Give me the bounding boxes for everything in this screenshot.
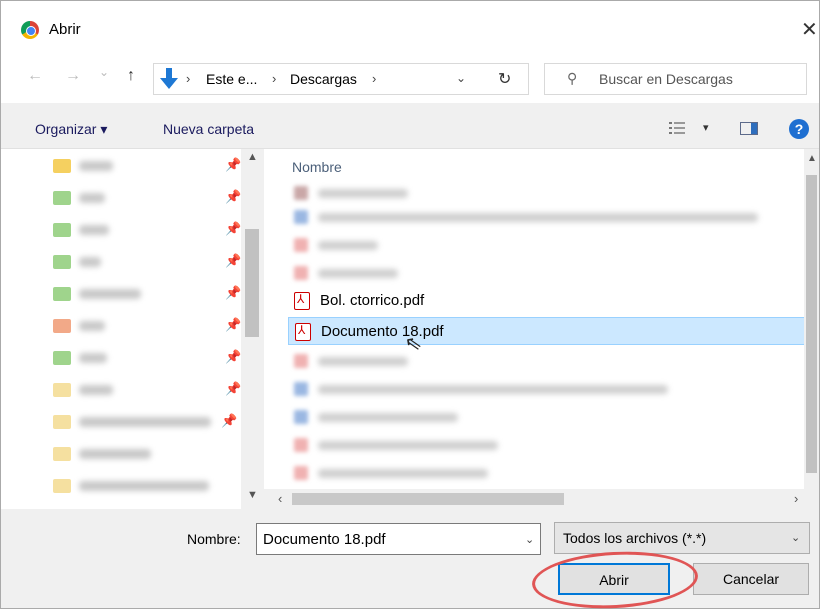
scroll-down-icon[interactable]: ▼ — [247, 489, 258, 501]
pin-icon: 📌 — [225, 157, 242, 172]
command-toolbar: Organizar ▾ Nueva carpeta ▾ ? — [1, 105, 819, 149]
pin-icon: 📌 — [221, 413, 238, 428]
download-arrow-icon — [160, 68, 178, 89]
scroll-left-icon[interactable]: ‹ — [278, 491, 282, 506]
chrome-icon — [21, 21, 39, 39]
preview-pane-icon[interactable] — [740, 122, 758, 135]
folder-icon — [53, 351, 71, 365]
nav-item[interactable]: 📌 — [51, 377, 251, 405]
file-list: Nombre Bol. ctorrico.pdf Documento 18.pd… — [264, 149, 819, 509]
file-type-select[interactable]: Todos los archivos (*.*) ⌄ — [554, 522, 810, 554]
pin-icon: 📌 — [225, 253, 242, 268]
list-item[interactable] — [288, 403, 808, 431]
folder-icon — [53, 383, 71, 397]
list-item[interactable] — [288, 375, 808, 403]
folder-icon — [53, 415, 71, 429]
file-name-label: Nombre: — [187, 531, 241, 547]
cancel-button[interactable]: Cancelar — [693, 563, 809, 595]
breadcrumb-separator: › — [186, 71, 191, 86]
folder-icon — [53, 319, 71, 333]
folder-icon — [53, 479, 71, 493]
pin-icon: 📌 — [225, 381, 242, 396]
search-icon: ⚲ — [567, 70, 578, 86]
view-options-icon[interactable] — [669, 121, 685, 135]
nav-item[interactable]: 📌 — [51, 281, 251, 309]
search-input[interactable]: ⚲ Buscar en Descargas — [544, 63, 807, 95]
list-item[interactable] — [288, 259, 808, 287]
folder-icon — [53, 447, 71, 461]
title-bar: Abrir ✕ — [1, 1, 819, 59]
navigation-pane: 📌 📌 📌 📌 📌 📌 📌 📌 📌 ▲ ▼ — [1, 149, 263, 509]
nav-item[interactable]: 📌 — [51, 185, 251, 213]
folder-icon — [53, 287, 71, 301]
folder-icon — [53, 159, 71, 173]
chevron-down-icon: ⌄ — [791, 532, 801, 544]
pin-icon: 📌 — [225, 221, 242, 236]
file-type-value: Todos los archivos (*.*) — [563, 530, 707, 546]
nav-item[interactable]: 📌 — [51, 345, 251, 373]
pin-icon: 📌 — [225, 317, 242, 332]
file-name: Bol. ctorrico.pdf — [320, 292, 425, 309]
scroll-up-icon[interactable]: ▲ — [247, 151, 258, 163]
back-arrow-icon[interactable]: ← — [27, 67, 43, 85]
file-name: Documento 18.pdf — [321, 323, 444, 340]
refresh-icon[interactable]: ↻ — [498, 69, 511, 89]
nav-pane-scrollbar[interactable]: ▲ ▼ — [241, 149, 263, 509]
forward-arrow-icon[interactable]: → — [65, 67, 81, 85]
pdf-file-icon — [294, 292, 310, 310]
close-button[interactable]: ✕ — [801, 17, 818, 42]
list-item[interactable] — [288, 459, 808, 487]
list-item[interactable] — [288, 203, 808, 231]
nav-item[interactable] — [51, 473, 251, 501]
list-item[interactable] — [288, 431, 808, 459]
view-dropdown-icon[interactable]: ▾ — [703, 121, 709, 134]
window-title: Abrir — [49, 21, 81, 38]
file-list-horizontal-scrollbar[interactable]: ‹ › — [264, 489, 819, 509]
breadcrumb-separator: › — [272, 71, 277, 86]
file-name-input[interactable] — [256, 523, 541, 555]
nav-item[interactable]: 📌 — [51, 249, 251, 277]
nav-item[interactable]: 📌 — [51, 409, 251, 437]
folder-icon — [53, 255, 71, 269]
breadcrumb-separator: › — [372, 71, 377, 86]
nav-item[interactable]: 📌 — [51, 217, 251, 245]
new-folder-button[interactable]: Nueva carpeta — [163, 121, 254, 137]
list-item[interactable] — [288, 347, 808, 375]
breadcrumb-this-pc[interactable]: Este e... — [206, 71, 257, 87]
list-item[interactable]: Bol. ctorrico.pdf — [288, 287, 808, 315]
up-arrow-icon[interactable]: ↑ — [127, 67, 135, 85]
pin-icon: 📌 — [225, 349, 242, 364]
breadcrumb-downloads[interactable]: Descargas — [290, 71, 357, 87]
highlight-annotation — [530, 547, 700, 609]
nav-item[interactable]: 📌 — [51, 313, 251, 341]
pin-icon: 📌 — [225, 189, 242, 204]
chevron-down-icon[interactable]: ⌄ — [456, 71, 466, 85]
nav-item[interactable] — [51, 441, 251, 469]
scrollbar-thumb[interactable] — [806, 175, 817, 473]
open-file-dialog: Abrir ✕ ← → ⌄ ↑ › Este e... › Descargas … — [0, 0, 820, 609]
list-item[interactable] — [288, 231, 808, 259]
scrollbar-thumb[interactable] — [245, 229, 259, 337]
organize-menu[interactable]: Organizar ▾ — [35, 121, 107, 138]
nav-item[interactable]: 📌 — [51, 153, 251, 181]
file-list-vertical-scrollbar[interactable]: ▲ — [804, 149, 819, 489]
navigation-bar: ← → ⌄ ↑ › Este e... › Descargas › ⌄ ↻ ⚲ … — [1, 59, 819, 103]
pdf-file-icon — [295, 323, 311, 341]
recent-locations-icon[interactable]: ⌄ — [99, 65, 109, 79]
column-header-name[interactable]: Nombre — [292, 159, 342, 175]
address-bar[interactable]: › Este e... › Descargas › ⌄ ↻ — [153, 63, 529, 95]
scroll-up-icon[interactable]: ▲ — [807, 153, 817, 164]
pin-icon: 📌 — [225, 285, 242, 300]
list-item-selected[interactable]: Documento 18.pdf — [288, 317, 808, 345]
scrollbar-thumb[interactable] — [292, 493, 564, 505]
search-placeholder: Buscar en Descargas — [599, 71, 733, 87]
folder-icon — [53, 223, 71, 237]
folder-icon — [53, 191, 71, 205]
chevron-down-icon[interactable]: ⌄ — [525, 533, 534, 546]
help-icon[interactable]: ? — [789, 119, 809, 139]
scroll-right-icon[interactable]: › — [794, 491, 798, 506]
